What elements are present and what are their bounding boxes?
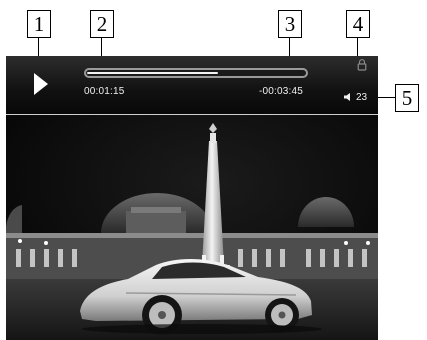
volume-control[interactable]: 23	[343, 90, 367, 104]
speaker-icon	[344, 93, 350, 101]
progress-bar[interactable]	[84, 68, 308, 78]
video-player: 00:01:15 -00:03:45 23	[6, 56, 378, 340]
progress-fill	[87, 72, 218, 74]
callout-3: 3	[278, 10, 302, 38]
manual-figure: 1 2 3 4 5 00:01:15 -00:03:45 23	[0, 0, 427, 340]
video-frame	[6, 115, 378, 340]
callout-4: 4	[346, 10, 370, 38]
callout-4-leader	[357, 37, 358, 57]
callout-1: 1	[27, 10, 51, 38]
callout-2: 2	[90, 10, 114, 38]
play-icon[interactable]	[34, 73, 48, 95]
remaining-time: -00:03:45	[259, 86, 304, 97]
callout-1-leader	[38, 37, 39, 57]
lock-icon[interactable]	[357, 59, 367, 71]
volume-level: 23	[356, 91, 368, 103]
control-bar: 00:01:15 -00:03:45 23	[6, 56, 378, 115]
elapsed-time: 00:01:15	[84, 86, 125, 97]
callout-5: 5	[395, 84, 419, 112]
